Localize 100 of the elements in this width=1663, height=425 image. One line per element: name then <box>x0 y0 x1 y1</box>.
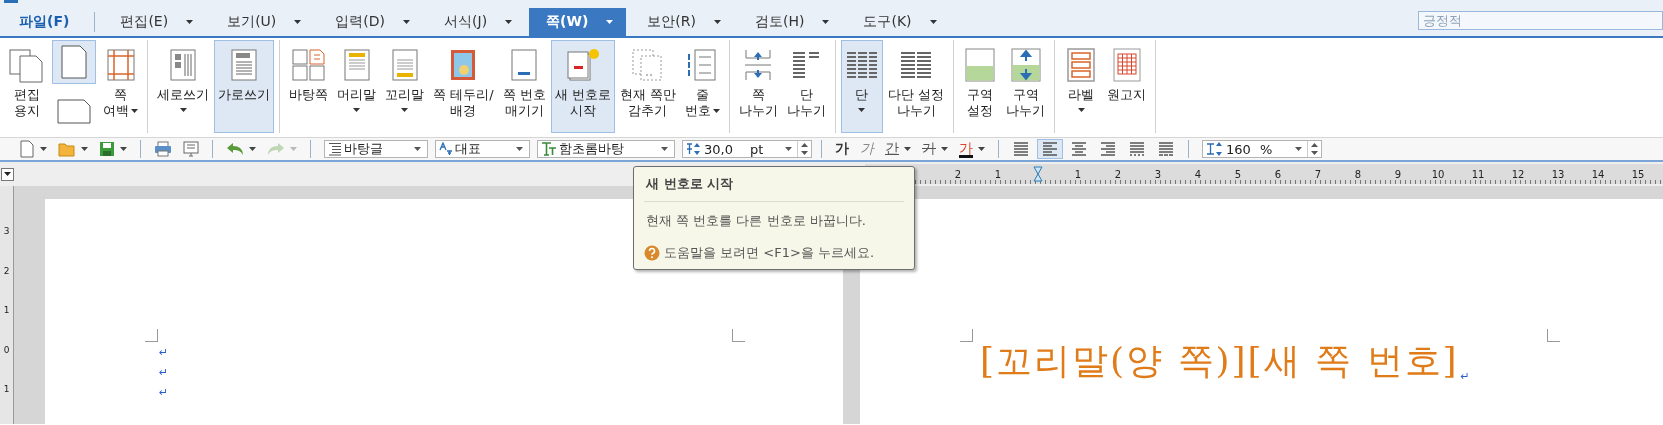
ribbon-button[interactable]: 바탕쪽 <box>285 40 332 133</box>
ribbon-button[interactable]: 새 번호로 시작 <box>550 40 615 133</box>
align-distribute-icon <box>1129 142 1145 156</box>
font-icon <box>541 142 557 156</box>
align-button[interactable] <box>1037 139 1063 159</box>
ribbon-button[interactable]: 구역 나누기 <box>1002 40 1050 133</box>
save-icon <box>99 141 115 157</box>
label-icon <box>1067 48 1096 82</box>
ruler: 2 1 1 2 3 4 5 6 7 8 9 10 11 12 13 14 15 <box>865 164 1663 184</box>
indent-marker-icon[interactable] <box>1033 166 1043 182</box>
ribbon-button[interactable]: 단 <box>840 40 883 133</box>
paragraph-style-icon <box>328 142 342 156</box>
ribbon-button[interactable]: 꼬리말 <box>381 40 428 133</box>
margin-guide-mark <box>732 329 745 342</box>
footer-icon <box>390 48 419 82</box>
header-icon <box>342 48 371 82</box>
hidden-page-number-icon <box>630 48 665 82</box>
menu-tab[interactable]: 검토(H) <box>738 8 843 36</box>
ribbon-button[interactable]: 원고지 <box>1103 40 1151 133</box>
ribbon-button[interactable]: 쪽 나누기 <box>734 40 782 133</box>
redo-icon <box>267 142 285 156</box>
margin-guide-mark <box>960 329 973 342</box>
paragraph-mark: ↵ <box>159 365 169 381</box>
menu-tab[interactable]: 입력(D) <box>318 8 424 36</box>
caret-icon <box>712 109 720 113</box>
ribbon-button[interactable]: 쪽 여백 <box>99 40 142 133</box>
caret-icon <box>40 147 47 151</box>
multi-column-icon <box>899 50 933 80</box>
caret-icon <box>714 20 721 24</box>
caret-icon <box>179 108 187 112</box>
ribbon-button[interactable]: 다단 설정 나누기 <box>883 40 949 133</box>
paragraph-mark: ↵ <box>159 345 169 361</box>
ribbon-button[interactable]: 가로쓰기 <box>214 40 274 133</box>
align-justify-icon <box>1013 142 1029 156</box>
spinner-control[interactable] <box>1307 141 1318 157</box>
number-field[interactable]: 160 % <box>1202 140 1322 158</box>
ribbon-button[interactable]: 쪽 번호 매기기 <box>498 40 550 133</box>
number-field[interactable]: 30,0 pt <box>682 140 812 158</box>
menu-tab[interactable]: 파일(F) <box>10 8 83 36</box>
margin-guide-mark <box>1547 329 1560 342</box>
spinner-control[interactable] <box>797 141 808 157</box>
caret-icon <box>606 20 614 24</box>
format-button[interactable]: 가 <box>831 139 853 159</box>
caret-icon <box>249 147 256 151</box>
caret-icon <box>131 109 138 113</box>
ribbon-button[interactable]: 세로쓰기 <box>153 40 213 133</box>
margin-guide-mark <box>145 329 158 342</box>
character-style-icon <box>439 142 453 156</box>
align-right-icon <box>1100 142 1116 156</box>
pages-icon <box>9 47 45 83</box>
caret-icon <box>661 147 668 151</box>
caret-icon <box>904 147 911 151</box>
format-button[interactable]: 간 <box>881 139 915 159</box>
section-icon <box>965 48 996 82</box>
caret-icon <box>290 147 297 151</box>
caret-icon <box>120 147 127 151</box>
page-break-icon <box>743 48 774 82</box>
caret-icon <box>822 20 830 24</box>
menu-tab[interactable]: 보기(U) <box>210 8 315 36</box>
ribbon-button[interactable]: 현재 쪽만 감추기 <box>615 40 680 133</box>
landscape-page-icon <box>56 96 92 126</box>
caret-icon <box>1295 147 1302 151</box>
ribbon-button[interactable]: 구역 설정 <box>959 40 1002 133</box>
caret-icon <box>858 108 866 112</box>
vertical-ruler: 3 2 1 0 1 <box>0 186 14 424</box>
ribbon-button[interactable] <box>52 40 96 84</box>
align-divide-icon <box>1158 142 1174 156</box>
caret-icon <box>353 108 360 112</box>
section-break-icon <box>1010 48 1041 82</box>
dropdown-field[interactable]: 바탕글 <box>324 140 428 158</box>
ribbon-button[interactable]: 단 나누기 <box>782 40 830 133</box>
dropdown-field[interactable]: 대표 <box>435 140 530 158</box>
caret-icon <box>401 108 408 112</box>
align-center-icon <box>1071 142 1087 156</box>
caret-icon <box>4 172 11 176</box>
search-field[interactable]: 긍정적 <box>1418 11 1663 30</box>
ribbon-button[interactable]: 편집 용지 <box>5 40 49 133</box>
ribbon-button[interactable]: 쪽 테두리/ 배경 <box>429 40 498 133</box>
menu-tab[interactable]: 서식(J) <box>427 8 526 36</box>
tooltip-text: 현재 쪽 번호를 다른 번호로 바꿉니다. <box>645 212 867 230</box>
menu-tab[interactable]: 편집(E) <box>103 8 207 36</box>
caret-icon <box>294 20 302 24</box>
tooltip-title: 새 번호로 시작 <box>644 173 904 202</box>
menu-tab[interactable]: 보안(R) <box>630 8 734 36</box>
ribbon-button[interactable]: 라벨 <box>1060 40 1103 133</box>
format-button[interactable]: 가 <box>955 139 989 159</box>
ribbon-button[interactable]: 줄 번호 <box>680 40 724 133</box>
ruler-menu-button[interactable] <box>1 167 14 181</box>
caret-icon <box>978 147 985 151</box>
caret-icon <box>81 147 88 151</box>
folder-icon <box>58 141 76 157</box>
menu-tab[interactable]: 쪽(W) <box>529 8 627 36</box>
menu-tab[interactable]: 도구(K) <box>846 8 950 36</box>
caret-icon <box>186 20 194 24</box>
dropdown-field[interactable]: 함초롬바탕 <box>537 140 675 158</box>
format-button[interactable]: 가 <box>918 139 952 159</box>
monitor-icon <box>183 141 199 157</box>
ribbon-button[interactable]: 머리말 <box>333 40 380 133</box>
undo-icon <box>226 142 244 156</box>
page-icon <box>59 44 89 80</box>
